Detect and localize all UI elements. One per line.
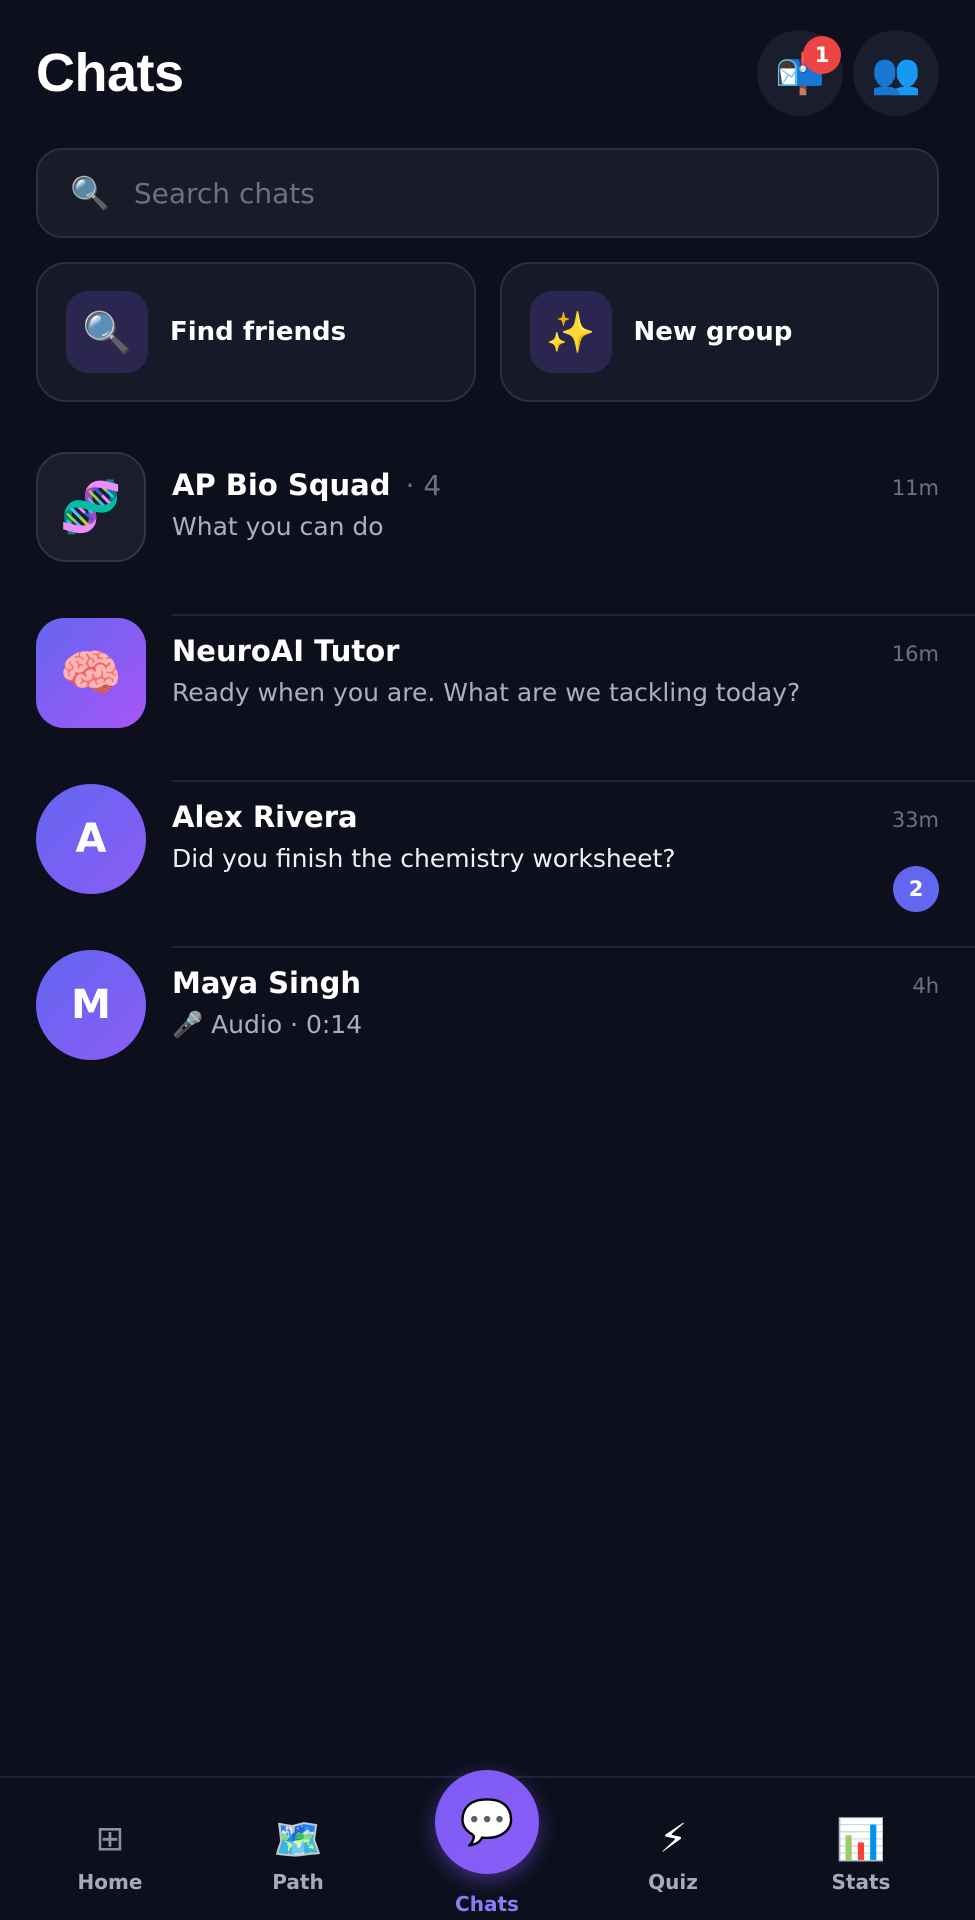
nav-label: Quiz (648, 1870, 698, 1894)
chat-row-neuroai-tutor[interactable]: 🧠 NeuroAI Tutor Ready when you are. What… (0, 616, 975, 782)
chat-name: Maya Singh (172, 966, 361, 1000)
avatar: M (36, 950, 146, 1060)
new-group-button[interactable]: ✨ New group (499, 262, 939, 402)
unread-badge: 2 (893, 866, 939, 912)
chat-list: 🧬 AP Bio Squad · 4 What you can do 11m 🧠… (0, 450, 975, 1114)
nav-quiz[interactable]: ⚡ Quiz (583, 1778, 763, 1920)
search-bar[interactable]: 🔍 (36, 148, 939, 238)
avatar: A (36, 784, 146, 894)
chat-body: AP Bio Squad · 4 What you can do (172, 468, 939, 541)
search-input[interactable] (133, 176, 937, 210)
chat-preview: Ready when you are. What are we tackling… (172, 678, 801, 707)
chats-screen: Chats 📬 1 👥 🔍 🔍 Find friends ✨ New group… (0, 0, 975, 1920)
nav-chats[interactable]: 💬 Chats (397, 1770, 577, 1920)
magnifier-icon: 🔍 (66, 291, 148, 373)
chat-time: 33m (891, 808, 939, 832)
chat-time: 11m (891, 476, 939, 500)
nav-stats[interactable]: 📊 Stats (771, 1778, 951, 1920)
chat-name: Alex Rivera (172, 800, 358, 834)
nav-label: Chats (455, 1892, 519, 1916)
member-count: · 4 (405, 469, 442, 502)
chat-row-maya-singh[interactable]: M Maya Singh 🎤 Audio · 0:14 4h (0, 948, 975, 1114)
nav-path[interactable]: 🗺️ Path (208, 1778, 388, 1920)
bottom-nav: ⊞ Home 🗺️ Path 💬 Chats ⚡ Quiz 📊 Stats (0, 1770, 975, 1920)
header: Chats 📬 1 👥 (36, 30, 939, 116)
grid-icon: ⊞ (95, 1819, 125, 1859)
chat-row-ap-bio-squad[interactable]: 🧬 AP Bio Squad · 4 What you can do 11m (0, 450, 975, 616)
find-friends-label: Find friends (170, 317, 347, 347)
chat-preview: Did you finish the chemistry worksheet? (172, 844, 676, 873)
page-title: Chats (36, 43, 184, 103)
chat-bubble-icon[interactable]: 💬 (435, 1770, 539, 1874)
map-icon: 🗺️ (273, 1816, 323, 1863)
find-friends-button[interactable]: 🔍 Find friends (36, 262, 476, 402)
inbox-button[interactable]: 📬 1 (757, 30, 843, 116)
nav-label: Path (272, 1870, 324, 1894)
chat-body: Alex Rivera Did you finish the chemistry… (172, 800, 939, 873)
quick-actions: 🔍 Find friends ✨ New group (36, 262, 939, 402)
chat-name: AP Bio Squad (172, 468, 391, 502)
search-icon: 🔍 (70, 174, 110, 212)
chat-preview: 🎤 Audio · 0:14 (172, 1010, 363, 1039)
dna-icon: 🧬 (36, 452, 146, 562)
nav-label: Home (77, 1870, 143, 1894)
new-group-label: New group (633, 317, 793, 347)
nav-home[interactable]: ⊞ Home (20, 1778, 200, 1920)
bar-chart-icon: 📊 (836, 1816, 886, 1863)
chat-time: 4h (912, 974, 939, 998)
friends-button[interactable]: 👥 (853, 30, 939, 116)
chat-body: NeuroAI Tutor Ready when you are. What a… (172, 634, 939, 707)
people-icon: 👥 (871, 50, 921, 97)
lightning-icon: ⚡ (658, 1816, 688, 1862)
chat-name: NeuroAI Tutor (172, 634, 400, 668)
nav-label: Stats (831, 1870, 891, 1894)
brain-icon: 🧠 (36, 618, 146, 728)
chat-row-alex-rivera[interactable]: A Alex Rivera Did you finish the chemist… (0, 782, 975, 948)
sparkles-icon: ✨ (529, 291, 612, 373)
notification-badge: 1 (803, 36, 841, 74)
chat-time: 16m (891, 642, 939, 666)
chat-preview: What you can do (172, 512, 384, 541)
chat-body: Maya Singh 🎤 Audio · 0:14 (172, 966, 939, 1040)
